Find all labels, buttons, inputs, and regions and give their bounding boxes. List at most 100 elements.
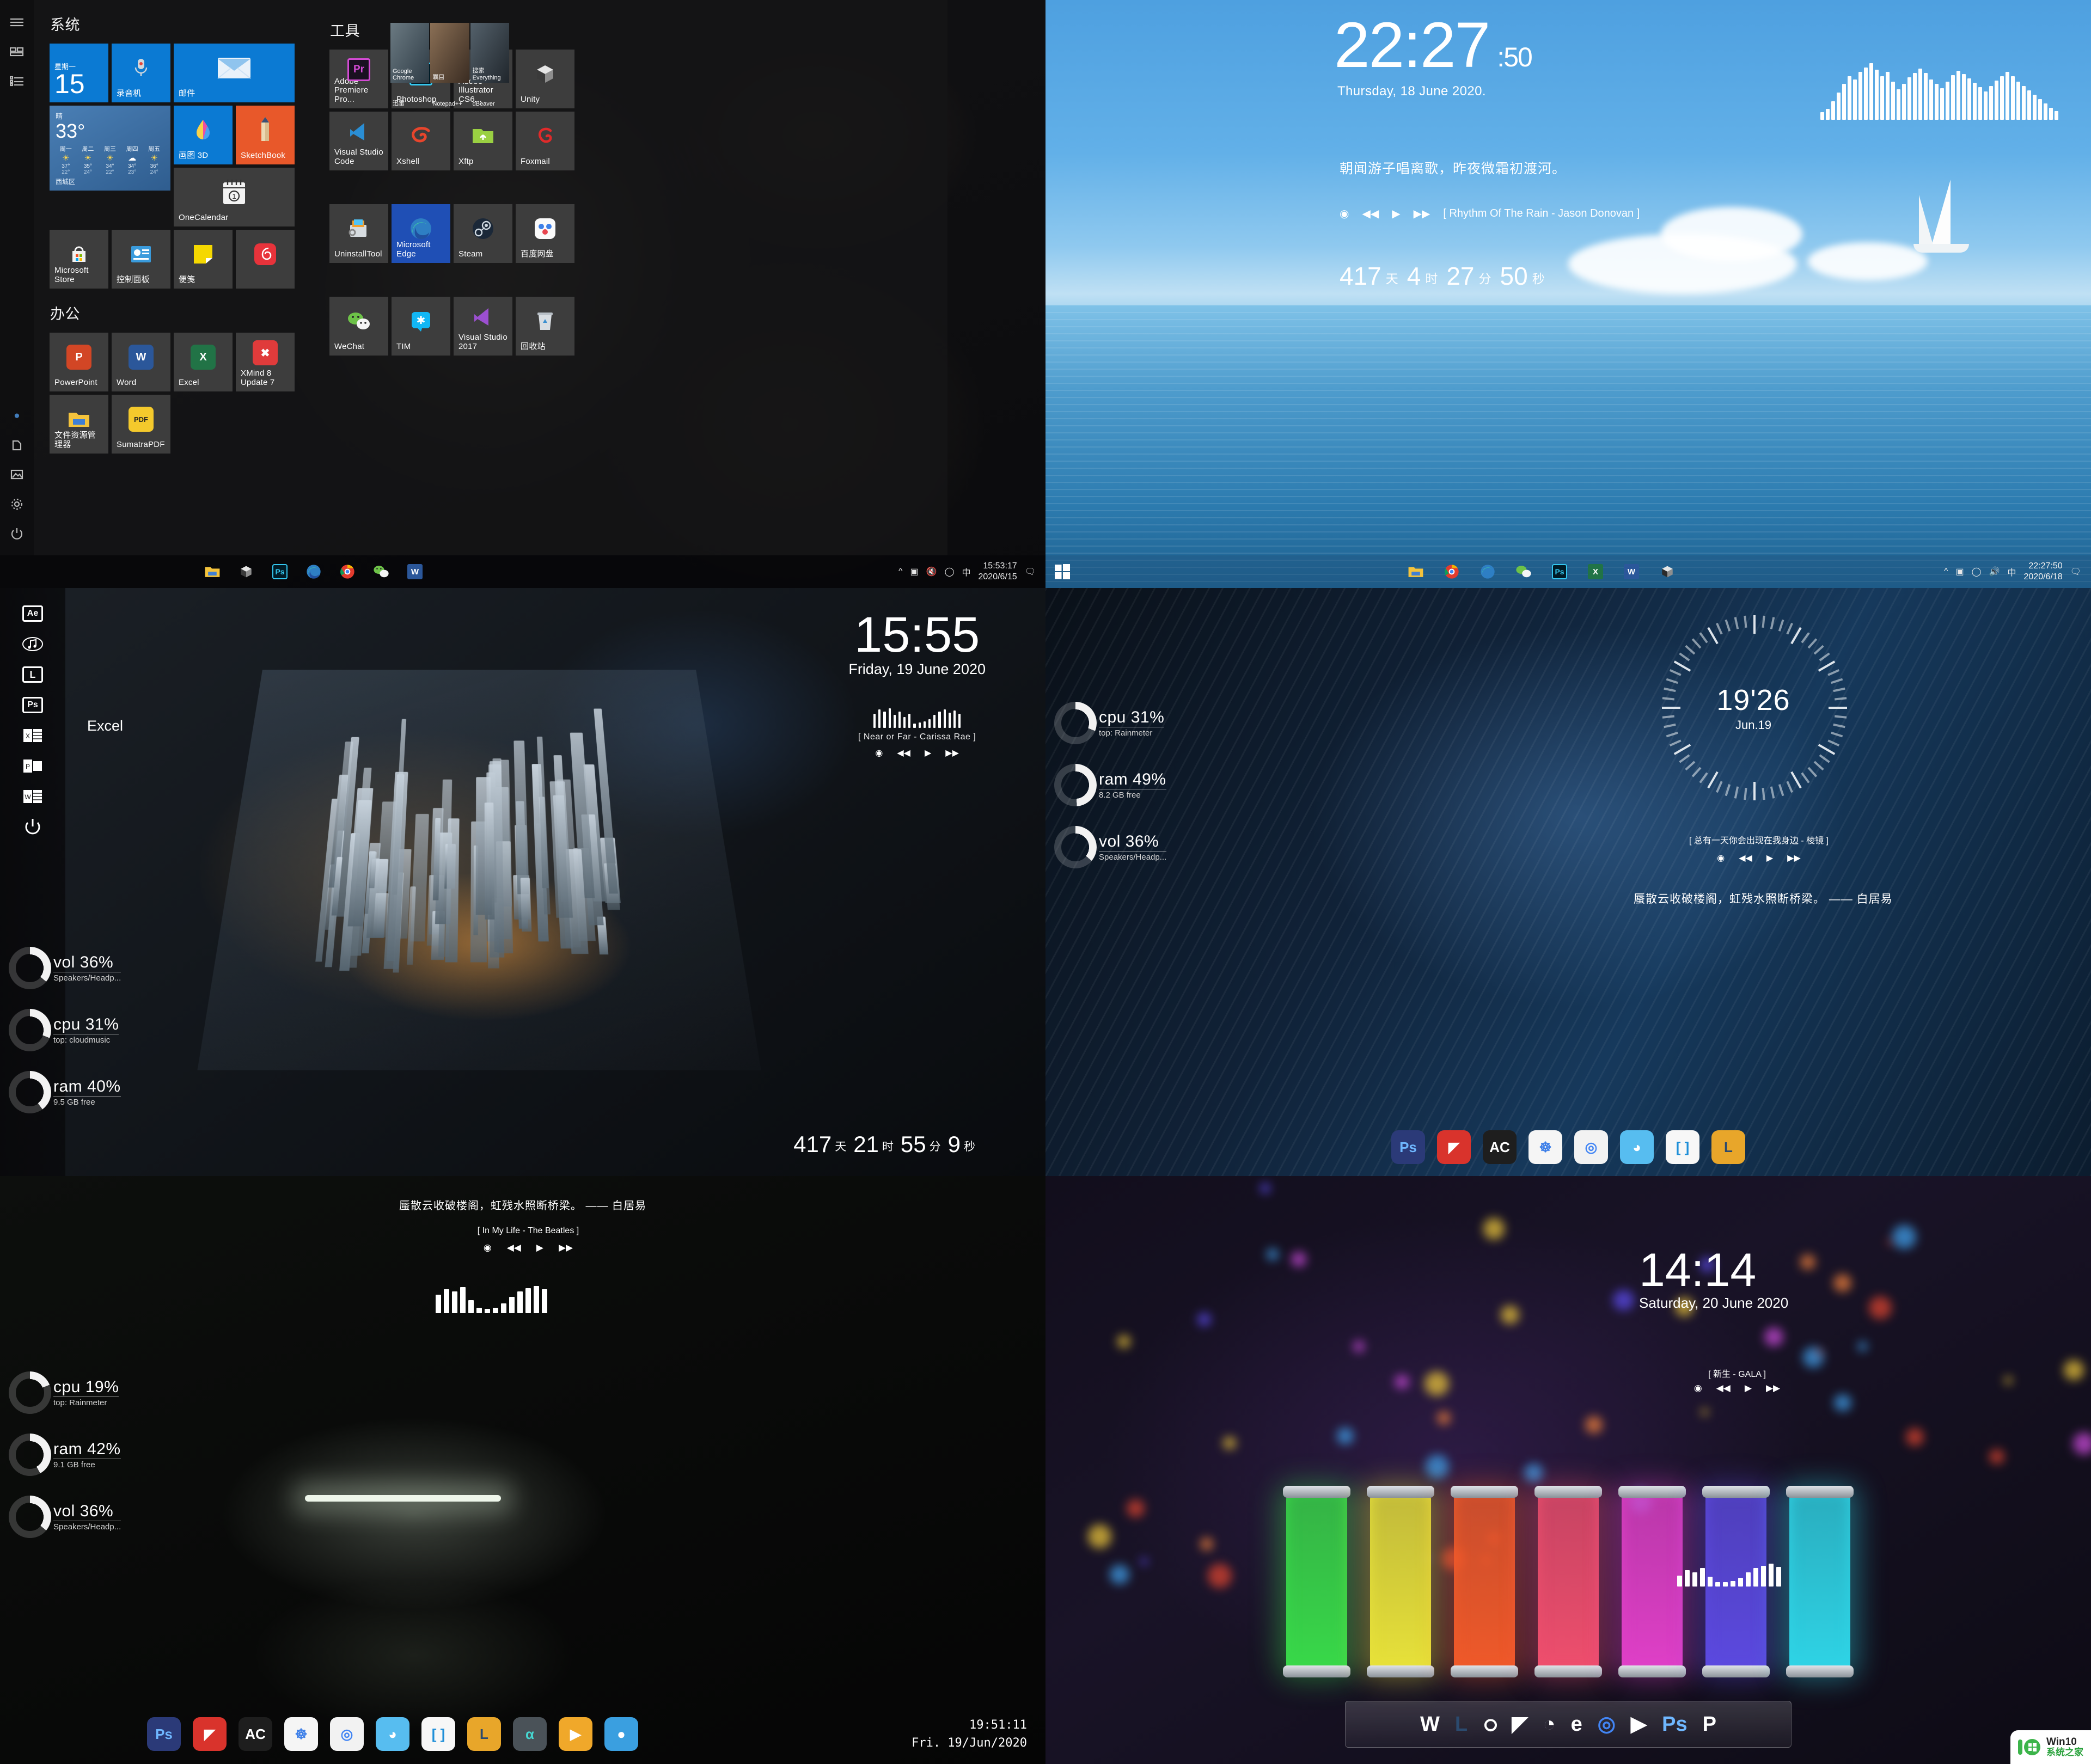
edge-icon[interactable]: [1478, 562, 1497, 581]
adobe-icon[interactable]: ◔: [1543, 1714, 1556, 1735]
power-icon[interactable]: [7, 524, 27, 543]
after-effects-icon[interactable]: Ae: [20, 601, 45, 626]
chrome-icon[interactable]: ◎: [330, 1717, 364, 1751]
app-dock[interactable]: Ps ◤ AC ☸ ◎ ◕ [ ] L: [1391, 1130, 1745, 1164]
tile-vscode[interactable]: Visual Studio Code: [329, 112, 388, 170]
tile-baidu-netdisk[interactable]: 百度网盘: [516, 204, 574, 263]
photoshop-icon[interactable]: Ps: [20, 693, 45, 718]
lightroom-icon[interactable]: L: [467, 1717, 501, 1751]
chrome-icon[interactable]: [1442, 562, 1462, 581]
tile-uninstalltool[interactable]: UninstallTool: [329, 204, 388, 263]
tile-foxmail[interactable]: Foxmail: [516, 112, 574, 170]
prev-icon[interactable]: ◀◀: [1716, 1383, 1731, 1394]
excel-icon[interactable]: X: [20, 723, 45, 748]
tile-voice-recorder[interactable]: 录音机: [112, 44, 170, 102]
music-player-controls[interactable]: ◉ ◀◀ ▶ ▶▶: [1661, 853, 1857, 863]
qq-icon[interactable]: ◕: [376, 1717, 409, 1751]
edge-icon[interactable]: e: [1571, 1714, 1582, 1735]
tile-file-explorer[interactable]: 文件资源管理器: [50, 395, 108, 454]
tile-visual-studio[interactable]: Visual Studio 2017: [454, 297, 512, 356]
prev-icon[interactable]: ◀◀: [1739, 853, 1752, 863]
tile-paint-3d[interactable]: 画图 3D: [174, 106, 233, 164]
tile-powerpoint[interactable]: P PowerPoint: [50, 333, 108, 391]
user-account-icon[interactable]: ●: [7, 406, 27, 426]
chrome-icon[interactable]: ◎: [1574, 1130, 1608, 1164]
netease-icon[interactable]: ◉: [1340, 207, 1349, 220]
tile-control-panel[interactable]: 控制面板: [112, 230, 170, 289]
brackets-icon[interactable]: [ ]: [421, 1717, 455, 1751]
music-player-controls[interactable]: ◉ ◀◀ ▶ ▶▶: [1650, 1383, 1824, 1394]
netease-icon[interactable]: ◉: [1694, 1383, 1702, 1394]
display-icon[interactable]: ▣: [1956, 566, 1964, 577]
wifi-icon[interactable]: ◯: [945, 566, 955, 577]
lightroom-icon[interactable]: L: [20, 662, 45, 687]
taskbar[interactable]: Ps W ^ ▣ 🔇 ◯ 中 15:53:17 2020/6/15 🗨: [0, 555, 1046, 588]
autocad-icon[interactable]: ◤: [193, 1717, 227, 1751]
chrome-icon[interactable]: [338, 562, 357, 581]
tile-xshell[interactable]: Xshell: [392, 112, 450, 170]
word-icon[interactable]: W: [405, 562, 425, 581]
prev-icon[interactable]: ◀◀: [1362, 207, 1379, 220]
lightroom-icon[interactable]: L: [1711, 1130, 1745, 1164]
edge-icon[interactable]: [304, 562, 323, 581]
tile-sketchbook[interactable]: SketchBook: [236, 106, 295, 164]
baidu-netdisk-icon[interactable]: ☸: [284, 1717, 318, 1751]
netease-icon[interactable]: ◉: [484, 1242, 492, 1253]
notifications-icon[interactable]: 🗨: [2070, 566, 2081, 577]
tile-microsoft-edge[interactable]: Microsoft Edge: [392, 204, 450, 263]
word-icon[interactable]: W: [20, 784, 45, 809]
glass-app-dock[interactable]: W L ഠ ◤ ◔ e ◎ ▶ Ps P: [1345, 1701, 1792, 1748]
tile-weather[interactable]: 晴 33° 周一 ☀ 37° 22° 周二 ☀ 35° 24° 周三 ☀ 34° 22° 周四 ☁ 3…: [50, 106, 170, 191]
tile-microsoft-store[interactable]: Microsoft Store: [50, 230, 108, 289]
photoshop-icon[interactable]: Ps: [270, 562, 290, 581]
tile-sticky-notes[interactable]: 便笺: [174, 230, 233, 289]
word-icon[interactable]: W: [1622, 562, 1641, 581]
unity-icon[interactable]: [236, 562, 256, 581]
play-icon[interactable]: ▶: [1745, 1383, 1752, 1394]
volume-icon[interactable]: 🔊: [1989, 566, 2000, 577]
netease-icon[interactable]: ◉: [1717, 853, 1725, 863]
prev-icon[interactable]: ◀◀: [897, 748, 910, 758]
chevron-up-icon[interactable]: ^: [1944, 567, 1948, 577]
tile-word[interactable]: W Word: [112, 333, 170, 391]
chrome-icon[interactable]: ◎: [1598, 1714, 1616, 1735]
hamburger-menu-icon[interactable]: [7, 13, 27, 32]
tux-icon[interactable]: ●: [604, 1717, 638, 1751]
tile-picture[interactable]: 搜索 Everything: [470, 23, 509, 83]
play-icon[interactable]: ▶: [536, 1242, 543, 1253]
volume-muted-icon[interactable]: 🔇: [926, 566, 937, 577]
tile-mail[interactable]: 邮件: [174, 44, 295, 102]
photoshop-icon[interactable]: Ps: [1391, 1130, 1425, 1164]
unity-icon[interactable]: [1658, 562, 1677, 581]
wifi-icon[interactable]: ◯: [1972, 566, 1982, 577]
tile-recycle-bin[interactable]: 回收站: [516, 297, 574, 356]
autocad-icon[interactable]: ◤: [1512, 1714, 1527, 1735]
excel-icon[interactable]: X: [1586, 562, 1605, 581]
tile-netease-music[interactable]: [236, 230, 295, 289]
potplayer-icon[interactable]: ▶: [559, 1717, 592, 1751]
file-explorer-icon[interactable]: [203, 562, 222, 581]
taskbar-clock[interactable]: 22:27:50 2020/6/18: [2024, 561, 2063, 583]
documents-icon[interactable]: [7, 436, 27, 455]
tile-tim[interactable]: ✱ TIM: [392, 297, 450, 356]
tile-xftp[interactable]: Xftp: [454, 112, 512, 170]
qq-icon[interactable]: ◕: [1620, 1130, 1654, 1164]
next-icon[interactable]: ▶▶: [1414, 207, 1430, 220]
tile-group-pictures[interactable]: Google Chrome 瞩目 搜索 Everything: [390, 23, 509, 83]
netease-icon[interactable]: ഠ: [1483, 1714, 1496, 1735]
play-icon[interactable]: ▶: [1392, 207, 1400, 220]
tile-excel[interactable]: X Excel: [174, 333, 233, 391]
lightroom-icon[interactable]: L: [1455, 1714, 1468, 1735]
wechat-icon[interactable]: [371, 562, 391, 581]
music-player-widget[interactable]: ◉ ◀◀ ▶ ▶▶ [ Rhythm Of The Rain - Jason D…: [1340, 207, 1640, 220]
power-icon[interactable]: [20, 814, 45, 840]
chevron-up-icon[interactable]: ^: [898, 567, 903, 577]
windows-start-icon[interactable]: [1046, 555, 1079, 588]
next-icon[interactable]: ▶▶: [559, 1242, 573, 1253]
music-player-controls[interactable]: ◉ ◀◀ ▶ ▶▶: [848, 748, 986, 758]
play-icon[interactable]: ▶: [925, 748, 931, 758]
baidu-netdisk-icon[interactable]: ☸: [1528, 1130, 1562, 1164]
notifications-icon[interactable]: 🗨: [1025, 566, 1036, 577]
pictures-icon[interactable]: [7, 465, 27, 485]
next-icon[interactable]: ▶▶: [1766, 1383, 1780, 1394]
